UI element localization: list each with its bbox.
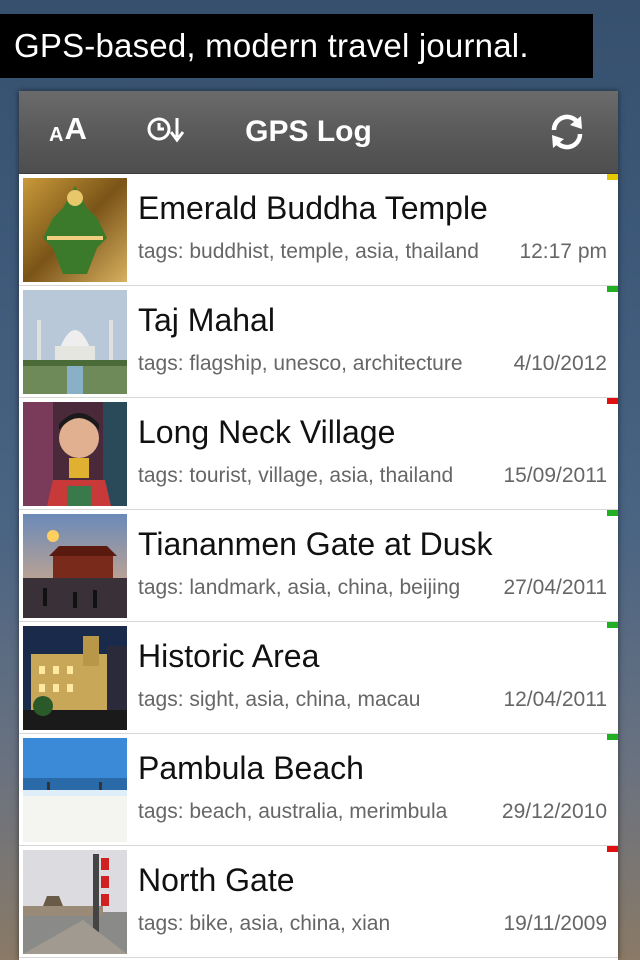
entry-tags: tags: tourist, village, asia, thailand	[138, 464, 454, 487]
promo-banner: GPS-based, modern travel journal.	[0, 14, 593, 78]
entry-title: Taj Mahal	[138, 302, 275, 338]
journal-list: Emerald Buddha Temple tags: buddhist, te…	[19, 174, 618, 958]
entry-tags: tags: buddhist, temple, asia, thailand	[138, 240, 479, 263]
status-flag	[607, 846, 618, 852]
entry-date: 29/12/2010	[501, 800, 607, 823]
banner-text: GPS-based, modern travel journal.	[14, 27, 529, 64]
journal-entry-row[interactable]: Long Neck Village tags: tourist, village…	[19, 398, 618, 510]
entry-thumbnail-beach	[23, 738, 127, 842]
entry-thumbnail-village	[23, 402, 127, 506]
journal-entry-row[interactable]: Tiananmen Gate at Dusk tags: landmark, a…	[19, 510, 618, 622]
entry-tags: tags: bike, asia, china, xian	[138, 912, 391, 935]
entry-thumbnail-northgate	[23, 850, 127, 954]
refresh-icon	[551, 114, 583, 150]
entry-thumbnail-taj	[23, 290, 127, 394]
entry-thumbnail-historic	[23, 626, 127, 730]
status-flag	[607, 510, 618, 516]
entry-tags: tags: beach, australia, merimbula	[138, 800, 448, 823]
status-flag	[607, 286, 618, 292]
status-flag	[607, 734, 618, 740]
entry-date: 4/10/2012	[513, 352, 607, 375]
journal-entry-row[interactable]: North Gate tags: bike, asia, china, xian…	[19, 846, 618, 958]
navigation-bar: A A GPS Log	[19, 91, 618, 174]
entry-title: Historic Area	[138, 638, 320, 674]
entry-title: Tiananmen Gate at Dusk	[138, 526, 493, 562]
entry-thumbnail-temple	[23, 178, 127, 282]
entry-tags: tags: sight, asia, china, macau	[138, 688, 421, 711]
page-title: GPS Log	[245, 115, 372, 148]
journal-entry-row[interactable]: Pambula Beach tags: beach, australia, me…	[19, 734, 618, 846]
entry-tags: tags: landmark, asia, china, beijing	[138, 576, 461, 599]
entry-date: 12:17 pm	[519, 240, 607, 263]
journal-entry-row[interactable]: Historic Area tags: sight, asia, china, …	[19, 622, 618, 734]
status-flag	[607, 622, 618, 628]
refresh-button[interactable]	[546, 111, 588, 158]
entry-title: Pambula Beach	[138, 750, 364, 786]
entry-tags: tags: flagship, unesco, architecture	[138, 352, 463, 375]
entry-date: 12/04/2011	[503, 688, 607, 711]
status-flag	[607, 174, 618, 180]
journal-entry-row[interactable]: Emerald Buddha Temple tags: buddhist, te…	[19, 174, 618, 286]
entry-title: Emerald Buddha Temple	[138, 190, 488, 226]
entry-title: North Gate	[138, 862, 295, 898]
entry-title: Long Neck Village	[138, 414, 396, 450]
status-flag	[607, 398, 618, 404]
entry-date: 19/11/2009	[503, 912, 607, 935]
journal-entry-row[interactable]: Taj Mahal tags: flagship, unesco, archit…	[19, 286, 618, 398]
entry-date: 27/04/2011	[503, 576, 607, 599]
app-window: A A GPS Log Emerald Buddha Temple tags: …	[19, 91, 618, 960]
entry-thumbnail-tiananmen	[23, 514, 127, 618]
entry-date: 15/09/2011	[503, 464, 607, 487]
